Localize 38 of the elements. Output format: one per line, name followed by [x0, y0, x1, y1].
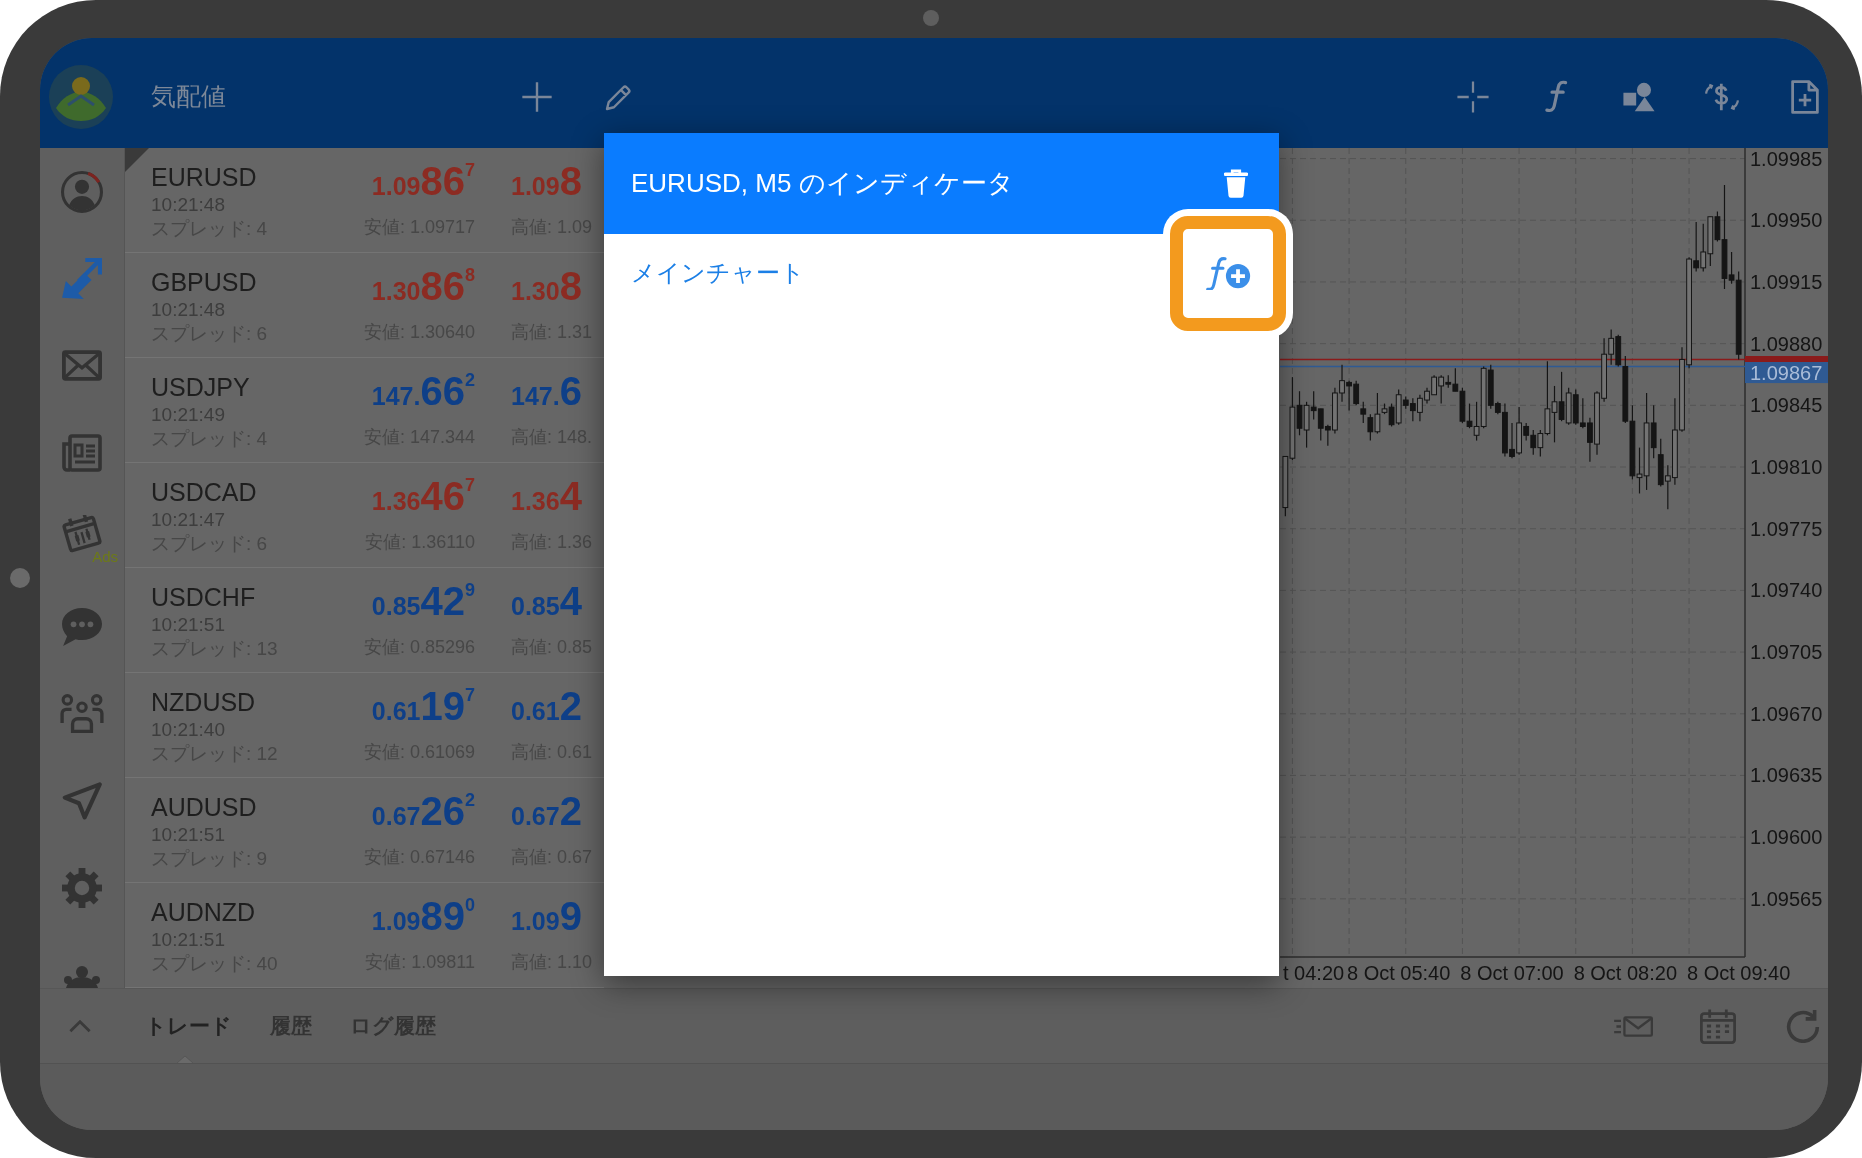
ask-price: 1.364 — [511, 476, 582, 520]
ask-price: 1.308 — [511, 266, 582, 310]
price-label: 1.09670 — [1750, 702, 1823, 725]
ask-price: 0.854 — [511, 581, 582, 625]
price-label: 1.09740 — [1750, 579, 1823, 602]
symbol-name: USDCHF — [151, 582, 256, 613]
symbol-name: USDJPY — [151, 372, 250, 403]
price-label: 1.09600 — [1750, 826, 1823, 849]
ask-price: 1.098 — [511, 161, 582, 205]
price-label: 1.09915 — [1750, 270, 1823, 293]
dialog-title: EURUSD, M5 のインディケータ — [631, 167, 1014, 200]
price-label: 1.09985 — [1750, 148, 1823, 170]
ask-price: 0.672 — [511, 791, 582, 835]
price-label: 1.09775 — [1750, 517, 1823, 540]
ask-price: 1.099 — [511, 896, 582, 940]
section-label: メインチャート — [631, 258, 805, 288]
time-label: t 04:20 — [1283, 962, 1345, 984]
price-label: 1.09705 — [1750, 641, 1823, 664]
symbol-name: EURUSD — [151, 162, 257, 193]
price-label: 1.09880 — [1750, 332, 1823, 355]
screen-title: 気配値 — [151, 81, 226, 113]
time-label: 8 Oct 07:00 — [1460, 962, 1564, 984]
symbol-name: GBPUSD — [151, 267, 257, 298]
time-label: 8 Oct 09:40 — [1686, 962, 1791, 984]
price-label: 1.09565 — [1750, 887, 1823, 910]
symbol-name: AUDNZD — [151, 897, 256, 928]
symbol-name: NZDUSD — [151, 687, 256, 718]
ask-price: 147.6 — [511, 371, 582, 415]
time-label: 8 Oct 08:20 — [1573, 962, 1678, 984]
symbol-name: AUDUSD — [151, 792, 257, 823]
price-label: 1.09635 — [1750, 764, 1823, 787]
ask-price: 0.612 — [511, 686, 582, 730]
time-label: 8 Oct 05:40 — [1346, 962, 1451, 984]
price-label: 1.09845 — [1750, 394, 1823, 417]
price-label: 1.09950 — [1750, 209, 1823, 232]
price-tag: 1.09867 — [1745, 361, 1828, 384]
price-label: 1.09810 — [1750, 456, 1823, 478]
symbol-name: USDCAD — [151, 477, 257, 508]
